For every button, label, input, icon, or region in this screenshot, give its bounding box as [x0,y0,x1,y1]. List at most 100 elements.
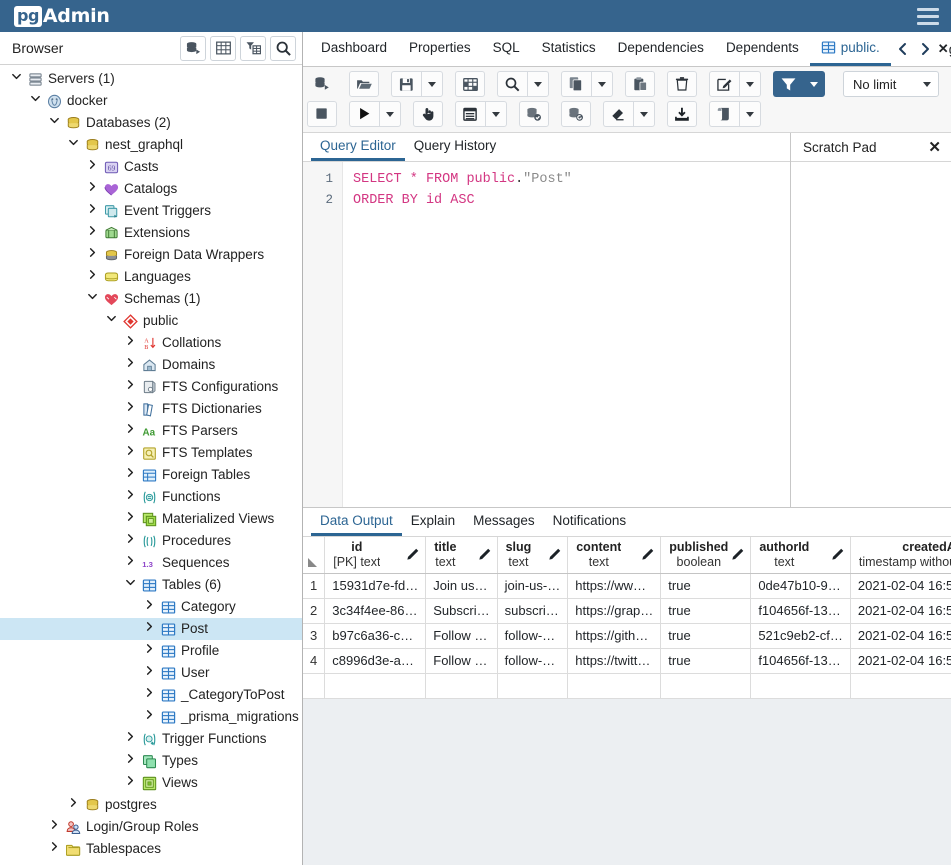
grid-cell-title[interactable]: Subscri… [425,598,498,624]
tree-item-foreign-data-wrappers[interactable]: Foreign Data Wrappers [0,244,302,266]
chevron-right-icon[interactable] [82,222,102,244]
execute-query-button[interactable] [349,101,379,127]
chevron-down-icon[interactable] [640,111,648,117]
execute-query-button-dropdown[interactable] [379,101,401,127]
tab-prev-button[interactable] [893,34,913,64]
grid-cell-published[interactable]: true [660,623,752,649]
chevron-down-icon[interactable] [63,134,83,156]
tree-item-public[interactable]: public [0,310,302,332]
grid-column-header-id[interactable]: id [PK] text [324,537,427,574]
table-row[interactable]: 2 3c34f4ee-86… Subscri… subscri… https://gra… [303,598,951,624]
chevron-down-icon[interactable] [598,81,606,87]
grid-cell-id[interactable] [324,673,427,699]
grid-select-all-corner[interactable] [303,537,326,574]
chevron-right-icon[interactable] [63,794,83,816]
format-sql-button[interactable] [455,71,485,97]
chevron-right-icon[interactable] [120,354,140,376]
grid-cell-published[interactable] [660,673,752,699]
tree-item-languages[interactable]: Languages [0,266,302,288]
tab-statistics[interactable]: Statistics [531,32,607,66]
tab-notifications[interactable]: Notifications [544,508,636,536]
tree-item-materialized-views[interactable]: Materialized Views [0,508,302,530]
grid-cell-authorid[interactable]: f104656f-13… [750,598,851,624]
tree-item-servers-1[interactable]: Servers (1) [0,68,302,90]
chevron-right-icon[interactable] [139,706,159,728]
tree-item-post[interactable]: Post [0,618,302,640]
grid-cell-content[interactable] [567,673,662,699]
chevron-down-icon[interactable] [25,90,45,112]
edit-options-button[interactable] [709,71,739,97]
rollback-button[interactable] [561,101,591,127]
chevron-down-icon[interactable] [82,288,102,310]
filter-tree-button[interactable] [240,35,266,61]
hamburger-menu-icon[interactable] [915,5,941,27]
chevron-right-icon[interactable] [44,816,64,838]
tree-item-categorytopost[interactable]: _CategoryToPost [0,684,302,706]
grid-cell-published[interactable]: true [660,648,752,674]
tree-item-prisma-migrations[interactable]: _prisma_migrations [0,706,302,728]
clear-button[interactable] [603,101,633,127]
grid-cell-id[interactable]: b97c6a36-c… [324,623,427,649]
grid-cell-title[interactable]: Follow … [425,623,498,649]
chevron-down-icon[interactable] [534,81,542,87]
tree-item-sequences[interactable]: 1.3 Sequences [0,552,302,574]
macros-button[interactable] [709,101,739,127]
close-icon[interactable]: ✕ [938,41,949,57]
chevron-right-icon[interactable] [120,552,140,574]
chevron-right-icon[interactable] [120,772,140,794]
tree-item-fts-parsers[interactable]: Aa FTS Parsers [0,420,302,442]
grid-cell-slug[interactable]: join-us-… [497,573,569,599]
row-number[interactable]: 4 [303,648,326,674]
chevron-down-icon[interactable] [386,111,394,117]
grid-cell-content[interactable]: https://grap… [567,598,662,624]
tree-item-tables-6[interactable]: Tables (6) [0,574,302,596]
chevron-down-icon[interactable] [428,81,436,87]
chevron-down-icon[interactable] [746,81,754,87]
tree-item-user[interactable]: User [0,662,302,684]
tree-item-postgres[interactable]: postgres [0,794,302,816]
copy-button-dropdown[interactable] [591,71,613,97]
grid-cell-authorid[interactable] [750,673,851,699]
chevron-down-icon[interactable] [101,310,121,332]
tree-item-fts-dictionaries[interactable]: FTS Dictionaries [0,398,302,420]
pencil-icon[interactable] [478,547,492,563]
tree-item-login-group-roles[interactable]: Login/Group Roles [0,816,302,838]
pencil-icon[interactable] [642,547,655,563]
pencil-icon[interactable] [732,547,745,563]
table-row[interactable] [303,673,951,699]
chevron-right-icon[interactable] [120,464,140,486]
chevron-right-icon[interactable] [82,266,102,288]
save-file-button[interactable] [391,71,421,97]
grid-cell-slug[interactable]: follow-… [497,648,569,674]
table-row[interactable]: 1 15931d7e-fd… Join us… join-us-… https://ww… [303,573,951,599]
pencil-icon[interactable] [407,547,420,563]
row-number[interactable]: 3 [303,623,326,649]
tree-item-profile[interactable]: Profile [0,640,302,662]
clear-button-dropdown[interactable] [633,101,655,127]
chevron-down-icon[interactable] [44,112,64,134]
tree-item-extensions[interactable]: Extensions [0,222,302,244]
row-number[interactable]: 2 [303,598,326,624]
object-tree[interactable]: Servers (1) docker Databases (2) nest_graph… [0,65,302,865]
grid-column-header-content[interactable]: content text [567,537,662,574]
tab-dependencies[interactable]: Dependencies [607,32,715,66]
row-limit-select[interactable]: No limit [843,71,939,97]
chevron-right-icon[interactable] [82,200,102,222]
tab-public[interactable]: public. [809,32,891,66]
tree-item-event-triggers[interactable]: Event Triggers [0,200,302,222]
chevron-right-icon[interactable] [120,332,140,354]
tree-item-tablespaces[interactable]: Tablespaces [0,838,302,860]
tree-item-functions[interactable]: Functions [0,486,302,508]
chevron-right-icon[interactable] [120,750,140,772]
chevron-right-icon[interactable] [120,420,140,442]
chevron-right-icon[interactable] [120,530,140,552]
data-output-grid-container[interactable]: id [PK] text title text slug text content text p… [303,537,951,865]
chevron-down-icon[interactable] [746,111,754,117]
row-number[interactable]: 1 [303,573,326,599]
grid-cell-authorid[interactable]: 521c9eb2-cf… [750,623,851,649]
chevron-right-icon[interactable] [139,662,159,684]
paste-button[interactable] [625,71,655,97]
tab-dependents[interactable]: Dependents [715,32,810,66]
tab-messages[interactable]: Messages [464,508,544,536]
edit-options-button-dropdown[interactable] [739,71,761,97]
